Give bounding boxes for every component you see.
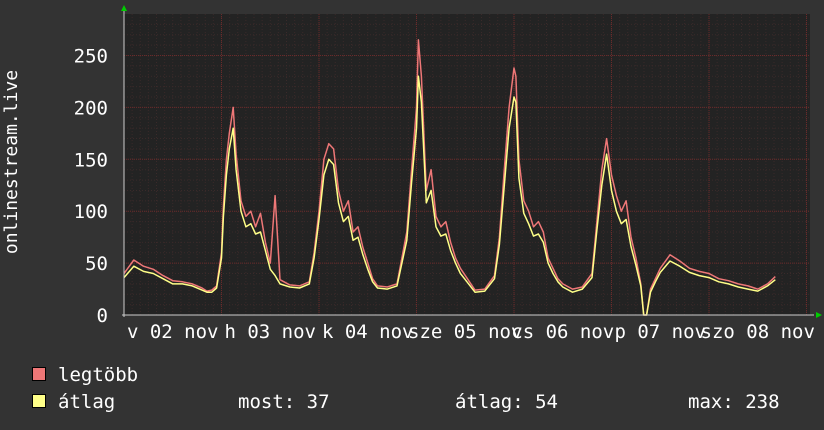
x-axis-arrow — [816, 312, 822, 318]
x-tick-label: h 03 nov — [224, 321, 316, 343]
legend-swatch-avg — [32, 393, 46, 408]
legend-item-avg: átlag — [32, 391, 115, 413]
stat-max: max: 238 — [688, 391, 780, 413]
y-tick-label: 100 — [74, 201, 108, 223]
x-tick-label: cs 06 nov — [511, 321, 614, 343]
y-tick-label: 200 — [74, 97, 108, 119]
legend-swatch-max — [32, 366, 46, 381]
legend-item-max: legtöbb — [32, 364, 138, 386]
y-axis-label: onlinestream.live — [1, 69, 22, 255]
stat-current: most: 37 — [238, 391, 330, 413]
x-tick-label: v 02 nov — [127, 321, 219, 343]
x-tick-label: k 04 nov — [322, 321, 414, 343]
legend-label-max: legtöbb — [58, 364, 139, 386]
stat-average: átlag: 54 — [455, 391, 558, 413]
x-tick-label: p 07 nov — [614, 321, 706, 343]
y-tick-label: 150 — [74, 149, 108, 171]
x-tick-label: sze 05 nov — [408, 321, 522, 343]
legend-label-avg: átlag — [58, 391, 116, 413]
y-tick-label: 250 — [74, 46, 108, 68]
y-tick-label: 50 — [85, 253, 108, 275]
y-axis-arrow — [121, 5, 127, 11]
x-tick-label: szo 08 nov — [701, 321, 815, 343]
y-tick-label: 0 — [97, 305, 108, 327]
